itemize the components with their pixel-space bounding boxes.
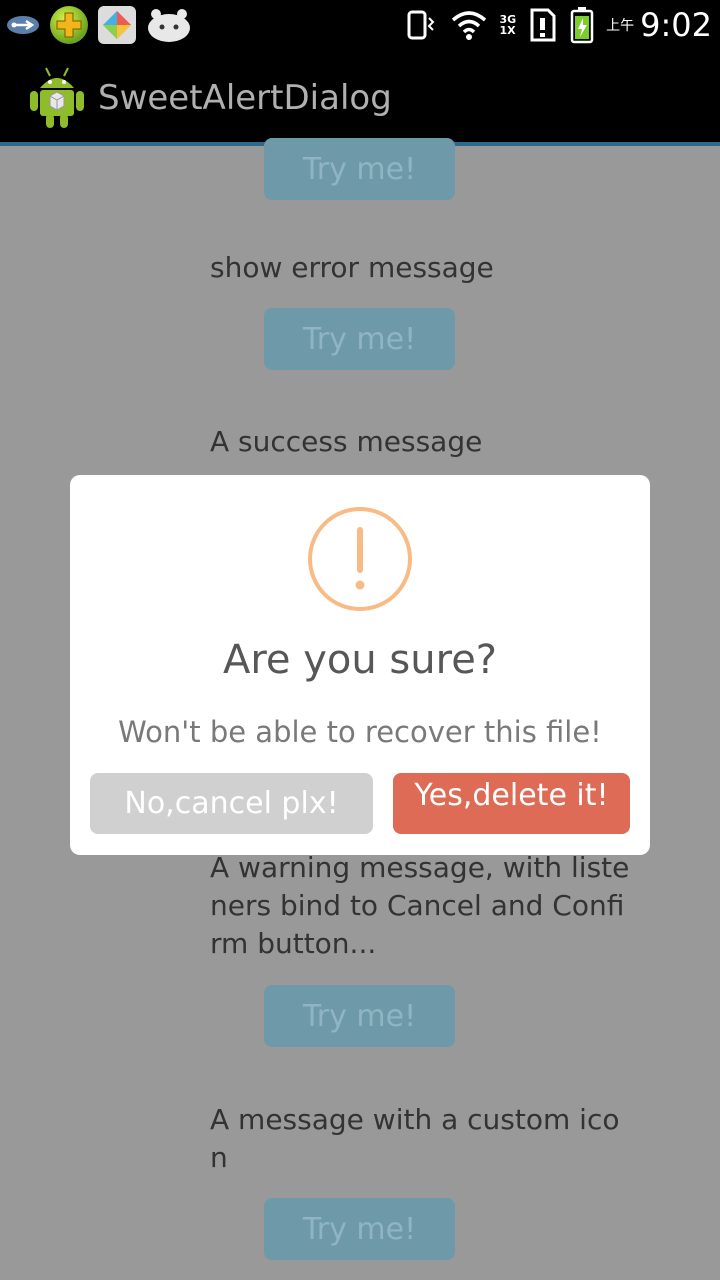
vibrate-phone-icon [407, 10, 435, 40]
item-label-success: A success message [210, 425, 483, 458]
battery-charging-icon [570, 7, 594, 44]
network-type-1x: 1X [499, 24, 516, 37]
try-me-button-custom-icon[interactable]: Try me! [264, 1198, 455, 1260]
app-title: SweetAlertDialog [98, 78, 392, 118]
usb-icon [7, 16, 39, 34]
confirm-button-label: Yes,delete it! [414, 778, 609, 813]
try-me-button-basic[interactable]: Try me! [264, 138, 455, 200]
wifi-icon [452, 11, 487, 40]
confirm-delete-button[interactable]: Yes,delete it! [393, 773, 630, 834]
security-plus-icon [50, 6, 88, 44]
android-app-icon[interactable] [28, 64, 86, 130]
cloud-mascot-icon [148, 9, 190, 42]
item-label-custom-icon: A message with a custom icon [210, 1103, 620, 1174]
clock: 9:02 [640, 6, 712, 44]
notification-icons [6, 0, 192, 50]
system-icons: 3G 1X 上午 9:02 [405, 0, 712, 50]
item-label-error: show error message [210, 251, 494, 284]
action-bar: SweetAlertDialog [0, 50, 720, 146]
cancel-button[interactable]: No,cancel plx! [90, 773, 373, 834]
dialog-title: Are you sure? [222, 637, 498, 683]
ampm-indicator: 上午 [606, 18, 635, 34]
dialog-message: Won't be able to recover this file! [118, 715, 602, 749]
try-me-button-warning-listeners[interactable]: Try me! [264, 985, 455, 1047]
try-me-button-error[interactable]: Try me! [264, 308, 455, 370]
signal-indicator: 3G 1X [499, 14, 516, 36]
warning-icon [308, 507, 412, 611]
app-store-icon [98, 6, 136, 44]
item-label-warning-listeners: A warning message, with listeners bind t… [210, 851, 630, 960]
status-bar: 3G 1X 上午 9:02 [0, 0, 720, 50]
sim-alert-icon [530, 8, 556, 42]
sweet-alert-dialog: Are you sure? Won't be able to recover t… [70, 475, 650, 855]
